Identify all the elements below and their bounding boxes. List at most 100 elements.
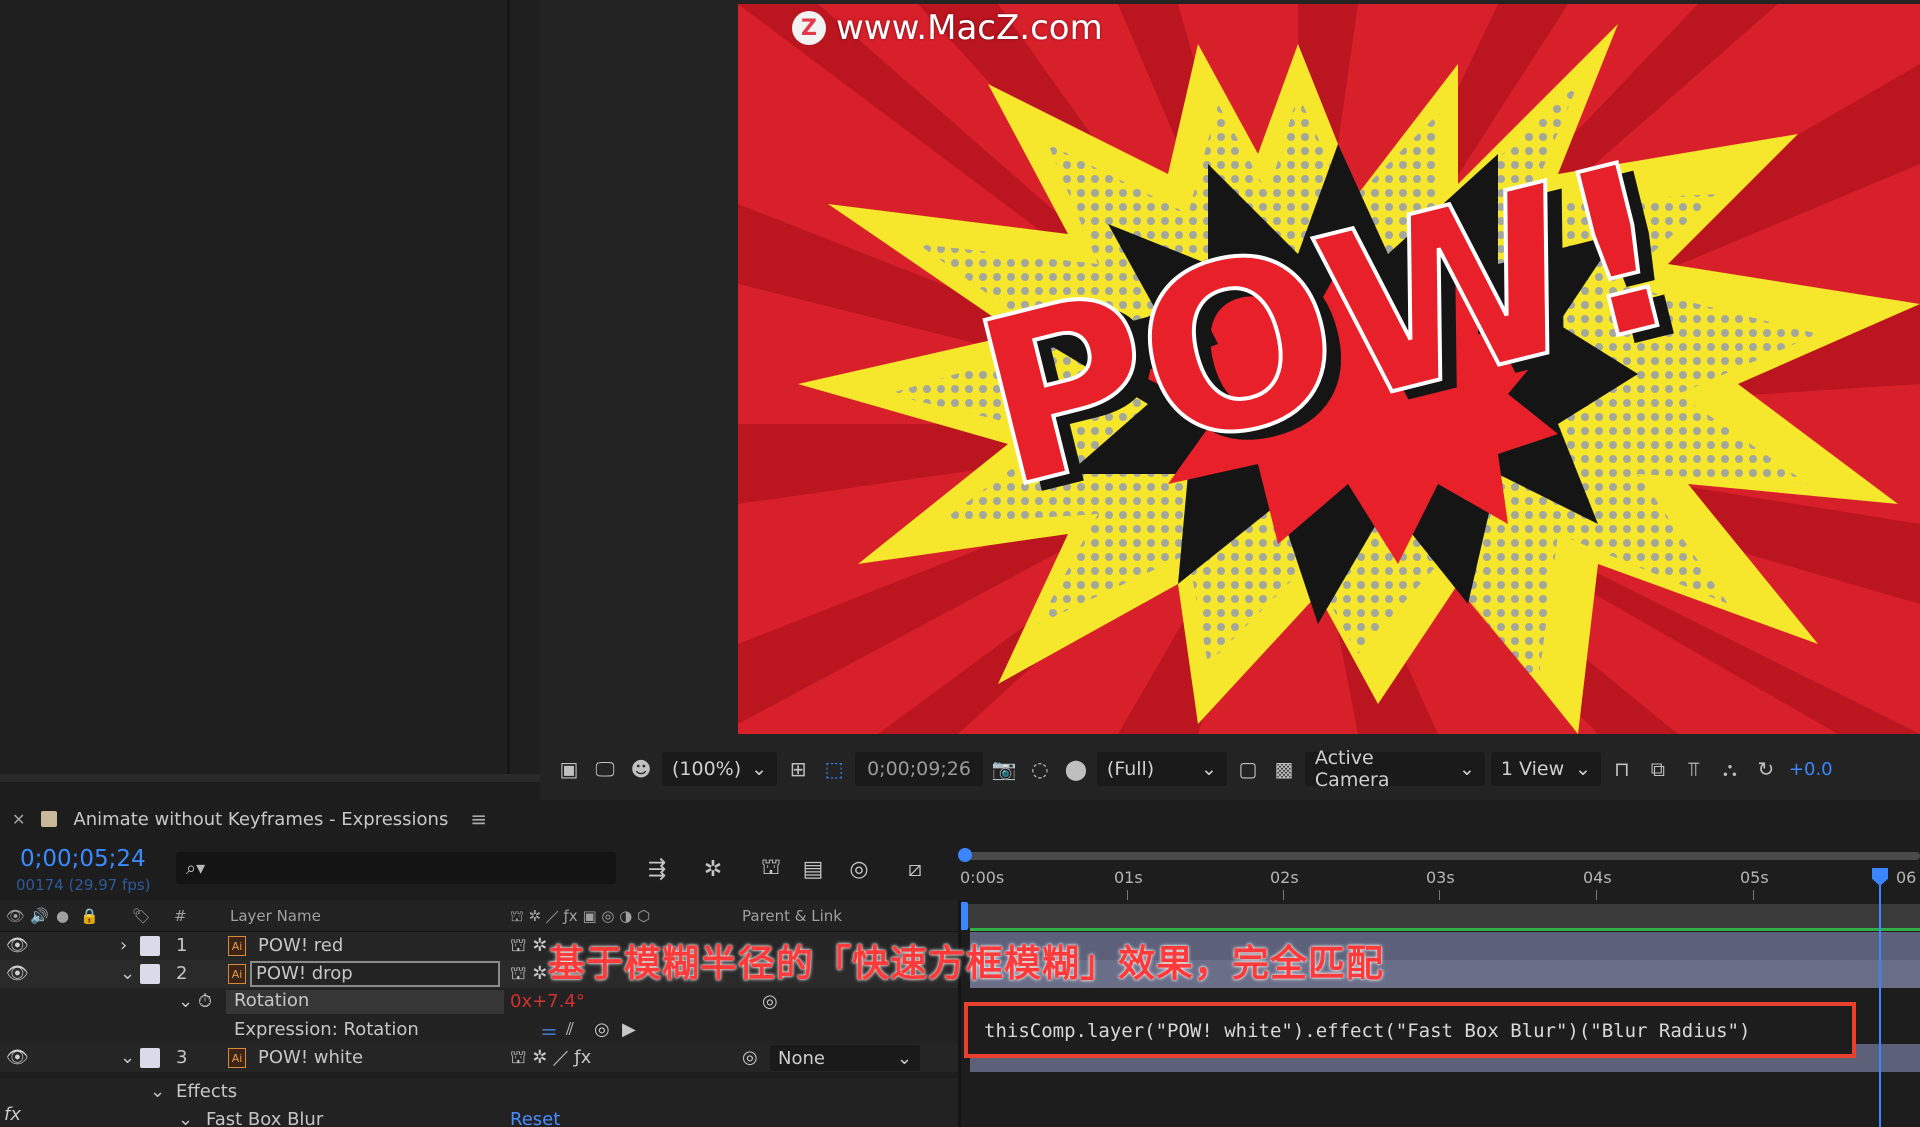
layer-search-input[interactable]: ⌕▾ [176, 852, 616, 884]
effect-reset-link[interactable]: Reset [510, 1109, 560, 1127]
rotation-value[interactable]: 0x+7.4° [510, 991, 585, 1012]
property-name-rotation[interactable]: Rotation [226, 990, 504, 1014]
zoom-dropdown[interactable]: (100%) ⌄ [662, 752, 778, 786]
transparency-grid-icon[interactable]: ▩ [1269, 754, 1299, 784]
exposure-value[interactable]: +0.0 [1789, 759, 1833, 780]
tick-mark [1283, 890, 1284, 900]
video-visibility-icon[interactable]: 👁 [6, 907, 25, 925]
eye-icon[interactable]: 👁 [6, 963, 29, 984]
expression-editor[interactable]: thisComp.layer("POW! white").effect("Fas… [964, 1002, 1856, 1058]
expression-language-menu-icon[interactable]: ▶ [622, 1019, 636, 1040]
work-area-range[interactable] [966, 904, 1920, 928]
comp-color-swatch [41, 811, 58, 827]
hide-shy-layers-icon[interactable]: ⛫ [754, 852, 788, 886]
monitor-icon[interactable]: 🖵 [590, 754, 620, 784]
layer-name[interactable]: POW! red [258, 935, 343, 956]
stopwatch-icon[interactable]: ⏱ [198, 991, 212, 1012]
resolution-dropdown[interactable]: (Full) ⌄ [1096, 752, 1227, 786]
expression-label: Expression: Rotation [234, 1019, 419, 1040]
parent-link-column-header[interactable]: Parent & Link [742, 907, 842, 925]
chevron-down-icon[interactable]: ⌄ [178, 1109, 193, 1127]
expression-code[interactable]: thisComp.layer("POW! white").effect("Fas… [984, 1020, 1750, 1042]
work-area-start-handle[interactable] [960, 902, 968, 930]
pick-whip-icon[interactable]: ◎ [762, 991, 778, 1012]
comp-mini-flowchart-icon[interactable]: ⇶ [640, 852, 674, 886]
search-icon: ⌕▾ [186, 857, 206, 879]
current-timecode[interactable]: 0;00;05;24 [20, 846, 146, 872]
illustrator-layer-icon: Ai [228, 936, 246, 956]
eye-icon[interactable]: 👁 [6, 1047, 29, 1068]
chevron-down-icon[interactable]: ⌄ [120, 1047, 135, 1068]
label-tag-icon[interactable]: 🏷 [132, 907, 151, 925]
region-of-interest-icon[interactable]: ⬚ [819, 754, 849, 784]
color-channels-icon[interactable]: ⬤ [1061, 754, 1091, 784]
watermark: Z www.MacZ.com [792, 6, 1103, 50]
draft-3d-icon[interactable]: ✲ [696, 852, 730, 886]
grid-guides-icon[interactable]: ⊞ [783, 754, 813, 784]
reset-exposure-icon[interactable]: ↻ [1751, 754, 1781, 784]
fast-previews-icon[interactable]: ▢ [1233, 754, 1263, 784]
layer-name[interactable]: POW! white [258, 1047, 363, 1068]
composition-canvas[interactable]: POW! POW! [738, 4, 1920, 734]
parent-dropdown[interactable]: None ⌄ [770, 1045, 920, 1071]
viewer-current-time[interactable]: 0;00;09;26 [855, 752, 983, 786]
lock-icon[interactable]: 🔒 [80, 907, 99, 925]
mask-icon[interactable]: ☻ [626, 754, 656, 784]
effect-row[interactable]: fx ⌄ Fast Box Blur Reset [0, 1106, 960, 1127]
tick-label: 0:00s [960, 868, 1005, 887]
eye-icon[interactable]: 👁 [6, 935, 29, 956]
layer-name-column-header[interactable]: Layer Name [230, 907, 321, 925]
chevron-down-icon[interactable]: ⌄ [150, 1081, 165, 1102]
flowchart-icon[interactable]: ⫪ [1679, 754, 1709, 784]
camera-value: Active Camera [1314, 747, 1390, 791]
comp-flowchart-icon[interactable]: ⛬ [1715, 754, 1745, 784]
expression-pickwhip-icon[interactable]: ◎ [594, 1019, 610, 1040]
frame-blending-icon[interactable]: ▤ [796, 852, 830, 886]
time-navigator[interactable] [962, 852, 1920, 860]
navigator-start-handle[interactable] [958, 848, 972, 862]
time-ruler[interactable]: 0:00s 01s 02s 03s 04s 05s 06 [958, 838, 1920, 900]
effect-name: Fast Box Blur [206, 1109, 324, 1127]
illustrator-layer-icon: Ai [228, 964, 246, 984]
enable-expression-icon[interactable]: ＝ [540, 1019, 558, 1045]
switch-icons[interactable]: ⛫ ✲ [510, 935, 547, 959]
pick-whip-icon[interactable]: ◎ [742, 1047, 758, 1068]
view-layout-value: 1 View [1500, 758, 1565, 780]
fast-draft-icon[interactable]: ⧉ [1643, 754, 1673, 784]
layer-column-headers: 👁 🔊 ● 🔒 🏷 # Layer Name ⛫ ✲ ⟋ ƒx ▣ ◎ ◑ ⬡ … [0, 900, 960, 932]
close-icon[interactable]: ✕ [12, 810, 25, 829]
label-color-swatch[interactable] [140, 964, 160, 984]
fx-icon[interactable]: fx [4, 1106, 21, 1125]
show-snapshot-icon[interactable]: ◌ [1025, 754, 1055, 784]
toggle-pixel-aspect-icon[interactable]: ⊓ [1607, 754, 1637, 784]
panel-menu-icon[interactable]: ≡ [470, 807, 487, 831]
layer-name-input[interactable]: POW! drop [250, 961, 500, 987]
frame-count: 00174 (29.97 fps) [16, 876, 151, 894]
camera-dropdown[interactable]: Active Camera ⌄ [1304, 747, 1485, 791]
motion-blur-icon[interactable]: ◎ [842, 852, 876, 886]
label-color-swatch[interactable] [140, 1048, 160, 1068]
switch-icons[interactable]: ⛫ ✲ ⟋ ƒx [510, 1047, 591, 1071]
tick-label: 05s [1740, 868, 1769, 887]
label-color-swatch[interactable] [140, 936, 160, 956]
chevron-right-icon[interactable]: › [120, 935, 127, 956]
timeline-tab-bar: ✕ Animate without Keyframes - Expression… [0, 800, 1920, 838]
pow-artwork: POW! POW! [738, 4, 1920, 734]
number-column-header[interactable]: # [174, 907, 187, 925]
view-layout-dropdown[interactable]: 1 View ⌄ [1490, 752, 1601, 786]
graph-editor-icon[interactable]: ⧄ [898, 852, 932, 886]
solo-icon[interactable]: ● [56, 907, 69, 925]
snapshot-camera-icon[interactable]: 📷 [989, 754, 1019, 784]
always-preview-icon[interactable]: ▣ [554, 754, 584, 784]
effects-group-row[interactable]: ⌄ Effects [0, 1078, 960, 1106]
playhead-line[interactable] [1879, 884, 1881, 1127]
switch-icons[interactable]: ⛫ ✲ [510, 963, 547, 987]
audio-icon[interactable]: 🔊 [30, 907, 49, 925]
property-row[interactable]: ⌄ ⏱ Rotation 0x+7.4° ◎ [0, 988, 960, 1016]
chevron-down-icon[interactable]: ⌄ [178, 991, 193, 1012]
layer-row[interactable]: 👁 ⌄ 3 Ai POW! white ⛫ ✲ ⟋ ƒx ◎ None ⌄ [0, 1044, 960, 1072]
graph-icon[interactable]: ⫽ [566, 1019, 574, 1040]
panel-divider[interactable] [507, 0, 510, 782]
chevron-down-icon[interactable]: ⌄ [120, 963, 135, 984]
timeline-tab-title[interactable]: Animate without Keyframes - Expressions [73, 809, 448, 830]
